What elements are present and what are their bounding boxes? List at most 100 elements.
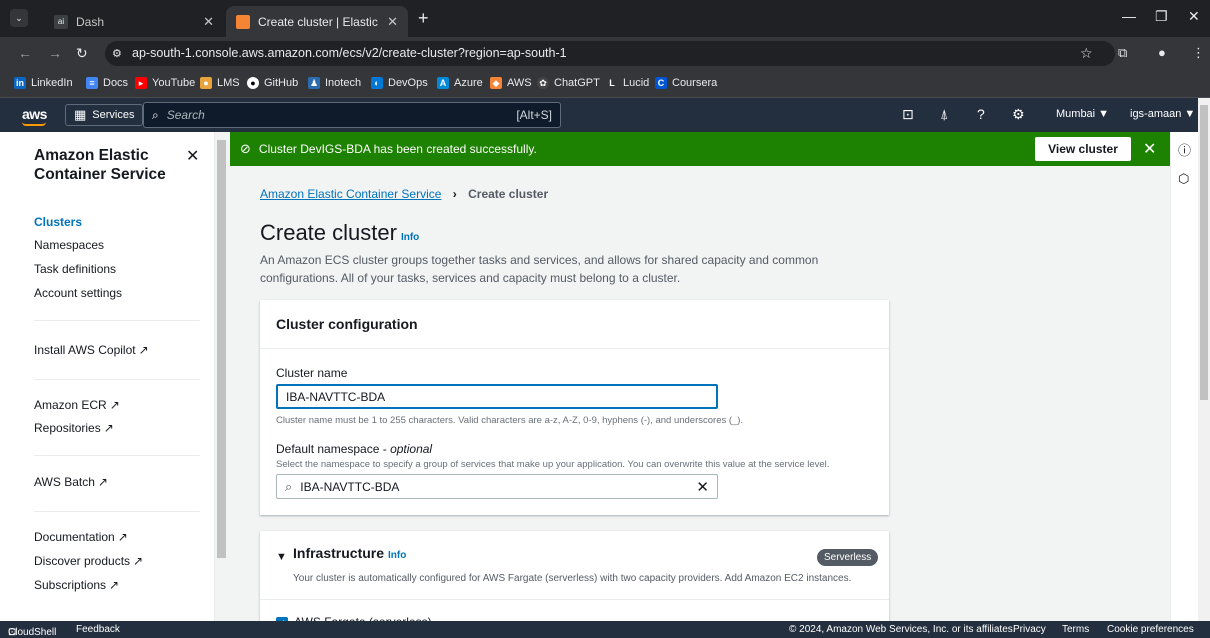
external-link-icon: ↗ [97,475,108,489]
bookmark-chatgpt[interactable]: ✿ ChatGPT [537,77,600,89]
cluster-name-hint: Cluster name must be 1 to 255 characters… [276,415,744,426]
cookie-preferences-link[interactable]: Cookie preferences [1107,624,1194,635]
breadcrumb-current: Create cluster [468,187,549,201]
cluster-name-input[interactable]: IBA-NAVTTC-BDA [276,384,718,409]
info-link[interactable]: Info [401,232,419,243]
sidebar-title[interactable]: Amazon Elastic Container Service [34,146,174,184]
namespace-label: Default namespace - optional [276,442,432,456]
sidebar-link-discover-products[interactable]: Discover products ↗ [34,554,143,568]
sidebar-link-amazon-ecr[interactable]: Amazon ECR ↗ [34,398,120,412]
restore-icon[interactable]: ❐ [1155,8,1168,25]
clear-input-icon[interactable]: ✕ [696,478,709,496]
view-cluster-button[interactable]: View cluster [1035,137,1131,161]
bookmark-star-icon[interactable]: ☆ [1080,45,1093,62]
sidebar-item-clusters[interactable]: Clusters [34,215,82,229]
external-link-icon: ↗ [138,343,149,357]
profile-avatar-icon[interactable]: ● [1158,45,1166,60]
feedback-link[interactable]: Feedback [76,624,120,635]
dismiss-flash-icon[interactable]: ✕ [1143,139,1156,159]
settings-gear-icon[interactable]: ⚙ [1012,106,1025,123]
info-panel-icon[interactable]: ⓘ [1178,140,1191,159]
privacy-link[interactable]: Privacy [1013,624,1046,635]
hexagon-tool-icon[interactable]: ⬡ [1178,171,1189,187]
sidebar-link-documentation[interactable]: Documentation ↗ [34,530,128,544]
sidebar-item-task-definitions[interactable]: Task definitions [34,262,116,276]
aws-logo[interactable]: aws [22,106,47,126]
bookmark-label: AWS [507,77,532,89]
extensions-icon[interactable]: ⧉ [1118,45,1127,61]
reload-icon[interactable]: ↻ [76,45,88,62]
sidebar-item-namespaces[interactable]: Namespaces [34,238,104,252]
tab-create-cluster[interactable]: Create cluster | Elastic Containe ✕ [226,6,408,37]
bookmark-docs[interactable]: ≡ Docs [86,77,128,89]
bookmark-devops[interactable]: ◐ DevOps [371,77,428,89]
region-selector[interactable]: Mumbai ▼ [1056,108,1109,120]
optional-label: optional [390,442,433,456]
bookmark-aws[interactable]: ◆ AWS [490,77,532,89]
account-menu[interactable]: igs-amaan ▼ [1130,108,1195,120]
external-link-icon: ↗ [103,421,114,435]
tab-search-icon[interactable]: ⌄ [10,9,28,27]
bookmark-lms[interactable]: ● LMS [200,77,240,89]
cloudshell-label: CloudShell [8,627,57,638]
link-label: Repositories [34,421,101,435]
link-label: Discover products [34,554,131,568]
minimize-icon[interactable]: — [1122,8,1136,24]
site-info-icon[interactable]: ⚙ [112,47,122,60]
grid-icon: ▦ [74,107,87,122]
bookmark-github[interactable]: ● GitHub [247,77,298,89]
bookmark-azure[interactable]: A Azure [437,77,483,89]
devops-icon: ◐ [371,77,383,89]
info-link[interactable]: Info [388,550,406,561]
window-close-icon[interactable]: ✕ [1188,8,1200,25]
sidebar-link-install-copilot[interactable]: Install AWS Copilot ↗ [34,343,149,357]
cloudshell-icon[interactable]: ⊡ [902,106,914,123]
aws-logo-text: aws [22,106,47,122]
bookmarks-bar: in LinkedIn ≡ Docs ▸ YouTube ● LMS ● GitHub ♟… [0,70,1210,98]
close-tab-icon[interactable]: ✕ [387,14,398,30]
aws-search-input[interactable]: ⌕ Search [Alt+S] [143,102,561,128]
help-icon[interactable]: ? [977,106,985,122]
services-label: Services [92,109,135,121]
bookmark-label: LinkedIn [31,77,73,89]
browser-menu-icon[interactable]: ⋮ [1192,45,1205,61]
external-link-icon: ↗ [117,530,128,544]
forward-icon[interactable]: → [48,45,62,61]
terms-link[interactable]: Terms [1062,624,1089,635]
bookmark-coursera[interactable]: C Coursera [655,77,717,89]
sidebar-link-aws-batch[interactable]: AWS Batch ↗ [34,475,108,489]
sidebar-link-repositories[interactable]: Repositories ↗ [34,421,114,435]
bookmark-lucid[interactable]: L Lucid [606,77,649,89]
sidebar-scrollbar-thumb[interactable] [217,140,226,558]
sidebar-link-subscriptions[interactable]: Subscriptions ↗ [34,578,119,592]
aws-smile-icon [22,122,46,126]
caret-down-icon[interactable]: ▼ [276,551,287,563]
close-sidebar-icon[interactable]: ✕ [186,146,199,166]
close-tab-icon[interactable]: ✕ [203,14,214,30]
namespace-value: IBA-NAVTTC-BDA [300,479,400,494]
tab-title: Create cluster | Elastic Containe [258,14,380,29]
infrastructure-heading[interactable]: Infrastructure Info [293,545,406,561]
bookmark-linkedin[interactable]: in LinkedIn [14,77,73,89]
sidebar-divider [34,455,200,456]
namespace-search-input[interactable]: ⌕ IBA-NAVTTC-BDA ✕ [276,474,718,499]
docs-icon: ≡ [86,77,98,89]
tab-dash[interactable]: ai Dash ✕ [44,6,224,37]
page-title: Create cluster Info [260,220,419,246]
sidebar-item-account-settings[interactable]: Account settings [34,286,122,300]
inotech-icon: ♟ [308,77,320,89]
bookmark-youtube[interactable]: ▸ YouTube [135,77,195,89]
namespace-hint: Select the namespace to specify a group … [276,459,830,470]
notifications-bell-icon[interactable]: ⍋ [940,106,948,123]
page-scrollbar-thumb[interactable] [1200,105,1208,400]
tools-rail [1170,132,1198,621]
serverless-badge: Serverless [817,549,879,566]
url-text[interactable]: ap-south-1.console.aws.amazon.com/ecs/v2… [132,46,567,60]
back-icon[interactable]: ← [18,45,32,61]
services-menu-button[interactable]: ▦ Services [65,104,144,126]
new-tab-icon[interactable]: + [418,8,429,29]
bookmark-inotech[interactable]: ♟ Inotech [308,77,361,89]
breadcrumb-ecs-link[interactable]: Amazon Elastic Container Service [260,187,441,201]
infrastructure-description: Your cluster is automatically configured… [293,573,852,584]
bookmark-label: DevOps [388,77,428,89]
